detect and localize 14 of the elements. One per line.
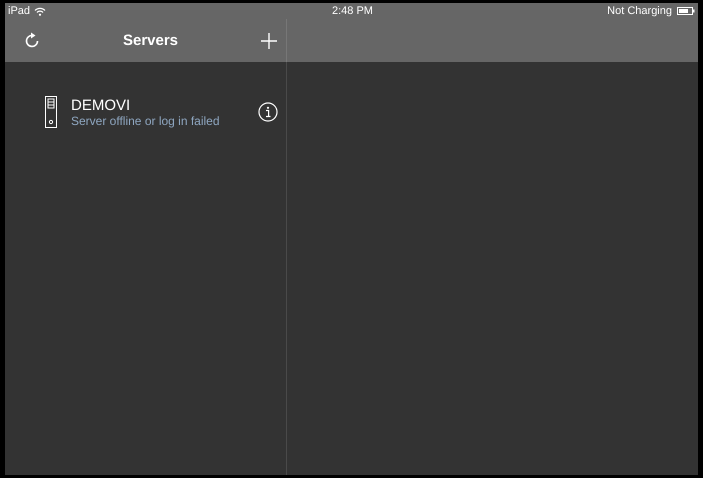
info-button[interactable] xyxy=(256,100,280,124)
wifi-icon xyxy=(34,6,46,16)
battery-status: Not Charging xyxy=(607,5,672,17)
server-icon xyxy=(45,96,57,128)
nav-title: Servers xyxy=(122,32,178,49)
device-name: iPad xyxy=(8,5,30,17)
battery-icon xyxy=(677,7,695,15)
server-name: DEMOVI xyxy=(71,96,132,114)
server-status: Server offline or log in failed xyxy=(71,114,221,128)
refresh-icon xyxy=(23,32,41,50)
server-item[interactable]: DEMOVI Server offline or log in failed xyxy=(5,96,286,128)
plus-icon xyxy=(260,32,278,50)
info-icon xyxy=(258,102,278,122)
status-time: 2:48 PM xyxy=(332,5,373,17)
